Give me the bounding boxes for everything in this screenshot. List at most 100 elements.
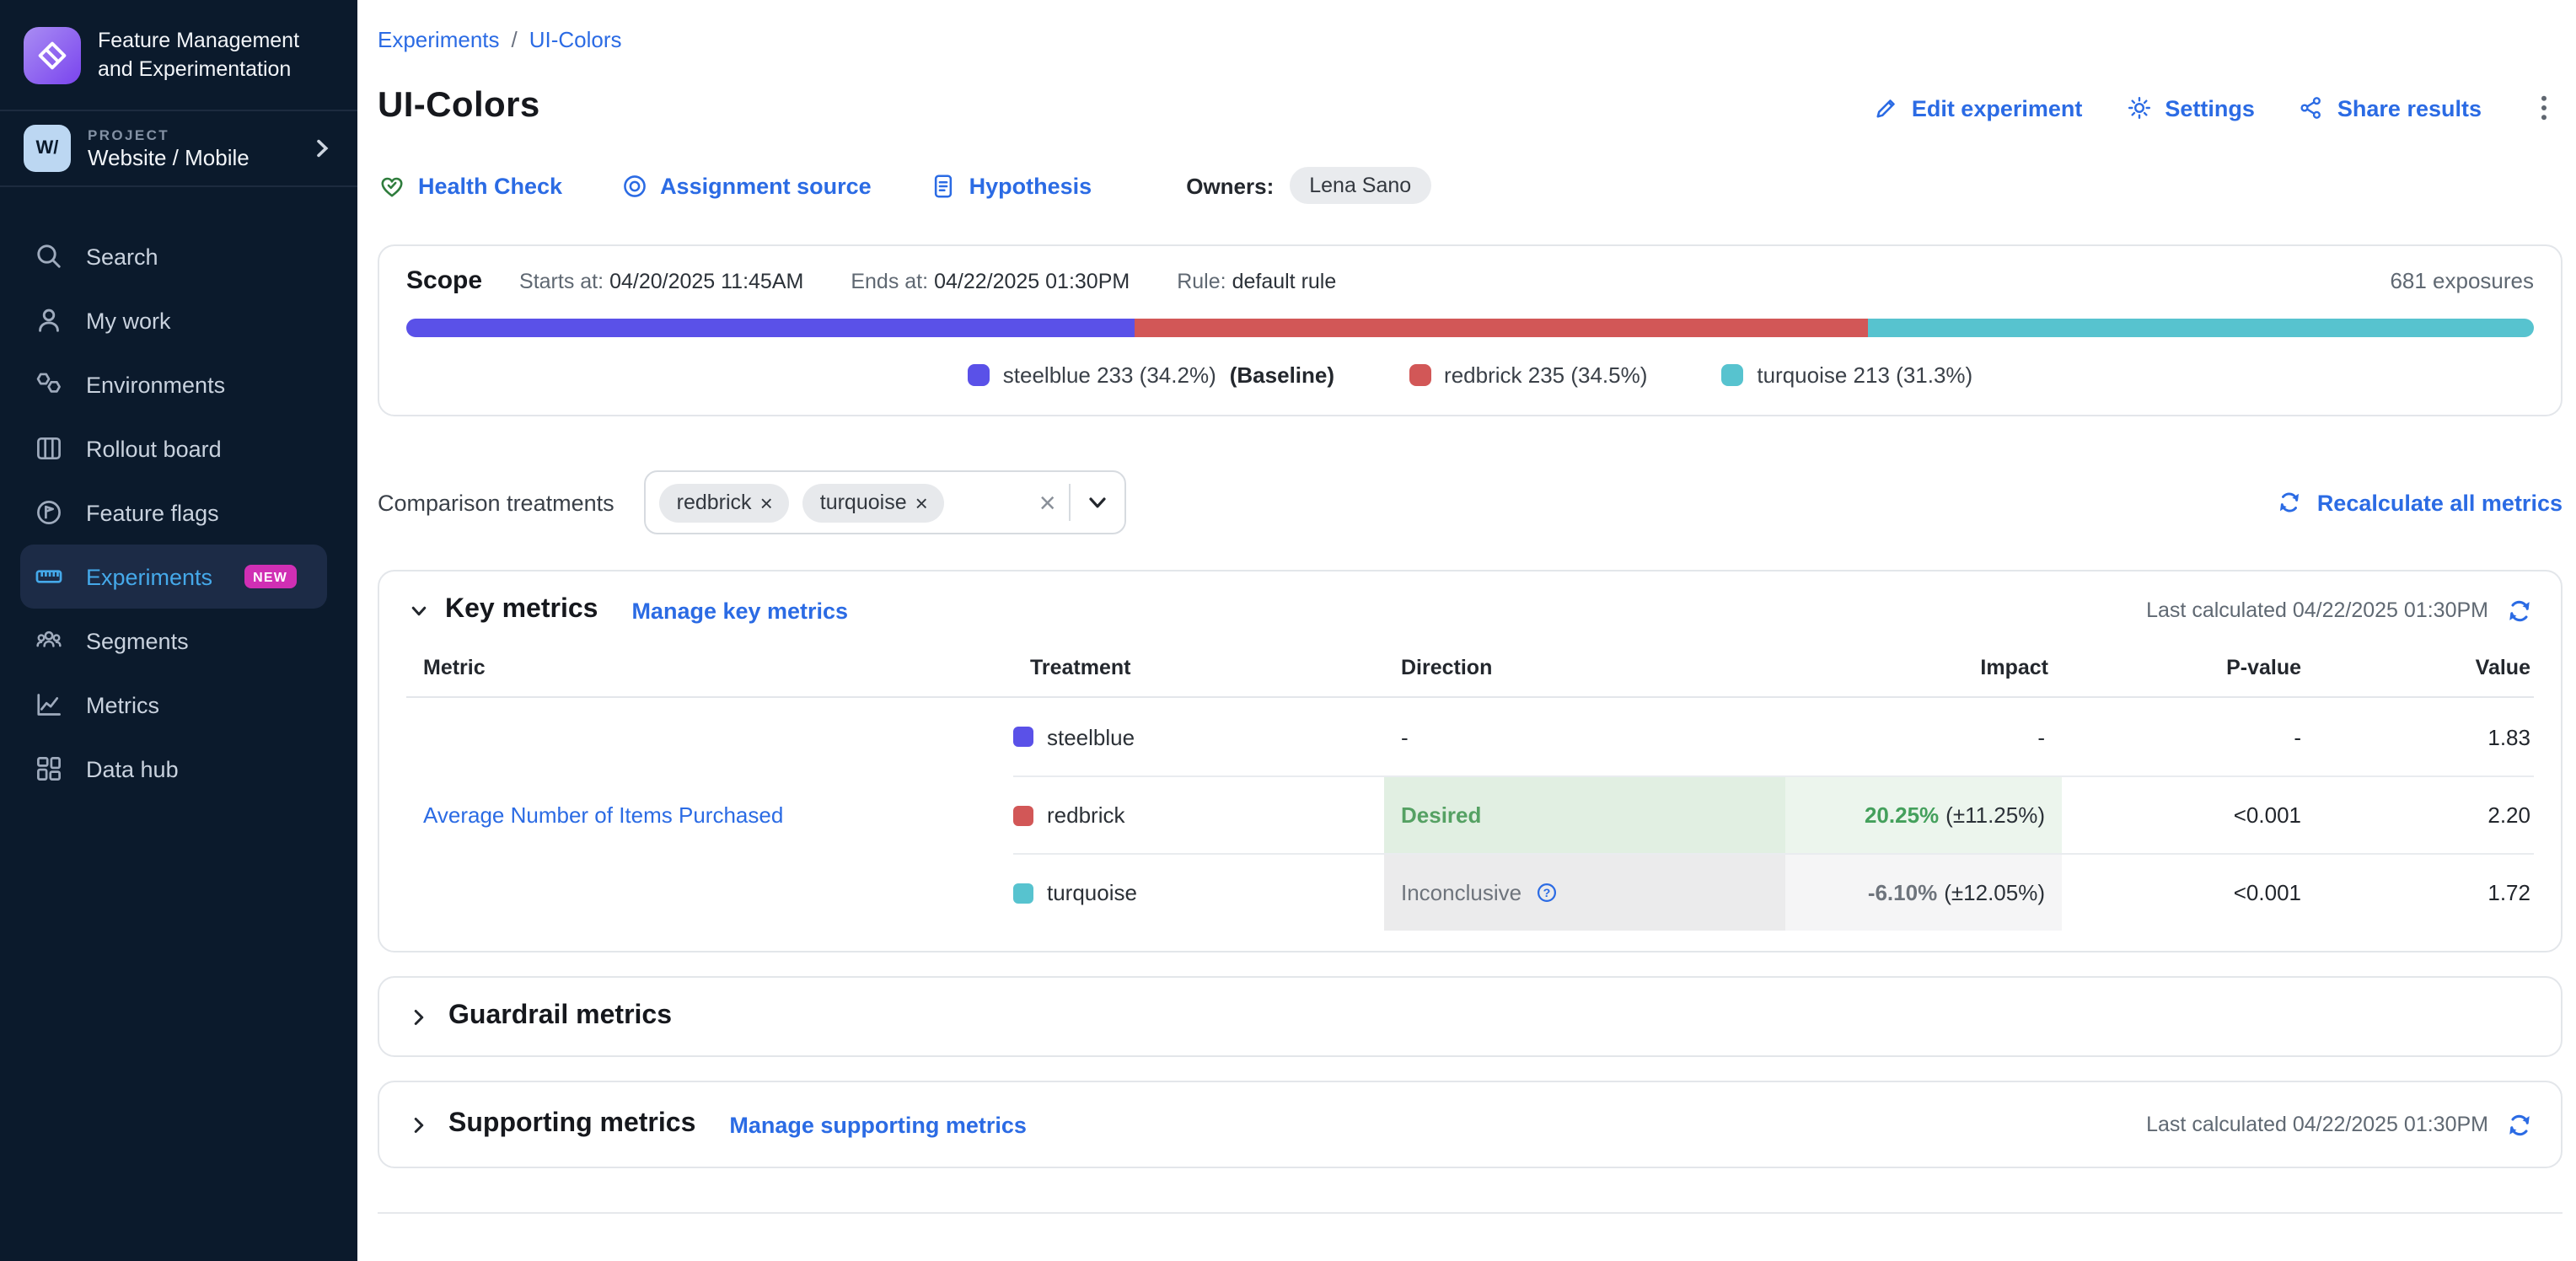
- chevron-right-icon: [310, 137, 334, 160]
- edit-experiment-button[interactable]: Edit experiment: [1873, 94, 2083, 121]
- heart-check-icon: [378, 171, 406, 200]
- swatch-steelblue: [968, 364, 990, 386]
- share-icon: [2299, 94, 2326, 121]
- bullseye-icon: [620, 171, 648, 200]
- legend-item-steelblue: steelblue 233 (34.2%) (Baseline): [968, 362, 1334, 388]
- bar-segment-redbrick: [1134, 319, 1868, 337]
- swatch-turquoise: [1721, 364, 1743, 386]
- remove-chip-icon[interactable]: ×: [915, 490, 928, 515]
- sidebar-nav: Search My work Environments Rollout boar…: [0, 187, 357, 801]
- sidebar: Feature Management and Experimentation W…: [0, 0, 357, 1261]
- key-metrics-card: Key metrics Manage key metrics Last calc…: [378, 570, 2563, 952]
- sidebar-item-segments[interactable]: Segments: [0, 609, 357, 673]
- refresh-icon[interactable]: [2505, 1110, 2534, 1139]
- sidebar-item-search[interactable]: Search: [0, 224, 357, 288]
- sidebar-item-data-hub[interactable]: Data hub: [0, 737, 357, 801]
- refresh-icon: [2277, 489, 2304, 516]
- settings-button[interactable]: Settings: [2126, 94, 2255, 121]
- expand-chevron-right-icon[interactable]: [406, 1004, 432, 1029]
- share-results-button[interactable]: Share results: [2299, 94, 2482, 121]
- people-icon: [34, 625, 64, 656]
- chip-turquoise[interactable]: turquoise×: [803, 483, 945, 522]
- treatment-cell-redbrick: redbrick: [1013, 775, 1384, 853]
- user-icon: [34, 305, 64, 335]
- p-value-cell: <0.001: [2062, 853, 2315, 931]
- legend-item-redbrick: redbrick 235 (34.5%): [1409, 362, 1647, 388]
- refresh-icon[interactable]: [2505, 596, 2534, 625]
- direction-cell-desired: Desired: [1384, 775, 1785, 853]
- p-value-cell: -: [2062, 698, 2315, 775]
- comparison-row: Comparison treatments redbrick× turquois…: [378, 470, 2563, 534]
- breadcrumb-experiments[interactable]: Experiments: [378, 27, 500, 52]
- assignment-source-link[interactable]: Assignment source: [620, 171, 872, 200]
- ruler-icon: [34, 561, 64, 592]
- meta-row: Health Check Assignment source Hypothesi…: [378, 167, 2563, 204]
- page-title: UI-Colors: [378, 86, 540, 126]
- svg-text:?: ?: [1543, 887, 1550, 900]
- recalculate-all-metrics-button[interactable]: Recalculate all metrics: [2277, 489, 2563, 516]
- expand-chevron-right-icon[interactable]: [406, 1112, 432, 1137]
- direction-cell-inconclusive: Inconclusive ?: [1384, 853, 1785, 931]
- manage-supporting-metrics-link[interactable]: Manage supporting metrics: [729, 1112, 1027, 1137]
- exposures-count: 681 exposures: [2390, 268, 2534, 293]
- treatment-legend: steelblue 233 (34.2%) (Baseline) redbric…: [406, 362, 2534, 388]
- new-badge: NEW: [244, 565, 296, 588]
- question-circle-icon[interactable]: ?: [1533, 880, 1559, 905]
- hypothesis-link[interactable]: Hypothesis: [929, 171, 1092, 200]
- sidebar-item-feature-flags[interactable]: Feature flags: [0, 480, 357, 545]
- project-avatar: W/: [24, 125, 71, 172]
- health-check-link[interactable]: Health Check: [378, 171, 562, 200]
- bar-segment-steelblue: [406, 319, 1134, 337]
- app-title: Feature Management and Experimentation: [98, 27, 299, 83]
- owner-chip[interactable]: Lena Sano: [1289, 167, 1431, 204]
- direction-cell: -: [1384, 698, 1785, 775]
- treatment-cell-steelblue: steelblue: [1013, 698, 1384, 775]
- gear-icon: [2126, 94, 2153, 121]
- last-calculated-text: Last calculated 04/22/2025 01:30PM: [2146, 598, 2488, 622]
- table-header-row: Metric Treatment Direction Impact P-valu…: [406, 639, 2534, 698]
- breadcrumb-current[interactable]: UI-Colors: [529, 27, 622, 52]
- treatment-swatch: [1013, 883, 1033, 903]
- treatment-cell-turquoise: turquoise: [1013, 853, 1384, 931]
- more-options-button[interactable]: [2525, 93, 2563, 123]
- chip-redbrick[interactable]: redbrick×: [660, 483, 790, 522]
- project-label: PROJECT: [88, 126, 293, 143]
- pencil-icon: [1873, 94, 1900, 121]
- guardrail-metrics-card: Guardrail metrics: [378, 976, 2563, 1057]
- treatment-swatch: [1013, 805, 1033, 825]
- chevron-down-icon[interactable]: [1085, 489, 1112, 516]
- remove-chip-icon[interactable]: ×: [760, 490, 773, 515]
- treatment-swatch: [1013, 727, 1033, 747]
- app-window: Feature Management and Experimentation W…: [0, 0, 2576, 1261]
- swatch-redbrick: [1409, 364, 1430, 386]
- bottom-divider: [378, 1212, 2563, 1214]
- value-cell: 2.20: [2315, 775, 2534, 853]
- header-actions: Edit experiment Settings Share results: [1873, 93, 2563, 126]
- impact-cell: 20.25%(±11.25%): [1785, 775, 2062, 853]
- clear-all-icon[interactable]: ×: [1039, 488, 1056, 517]
- baseline-label: (Baseline): [1230, 362, 1334, 388]
- impact-cell: -6.10%(±12.05%): [1785, 853, 2062, 931]
- legend-item-turquoise: turquoise 213 (31.3%): [1721, 362, 1972, 388]
- scope-title: Scope: [406, 266, 482, 295]
- last-calculated-text: Last calculated 04/22/2025 01:30PM: [2146, 1113, 2488, 1136]
- comparison-treatments-select[interactable]: redbrick× turquoise× ×: [645, 470, 1127, 534]
- supporting-metrics-card: Supporting metrics Manage supporting met…: [378, 1081, 2563, 1168]
- manage-key-metrics-link[interactable]: Manage key metrics: [631, 598, 848, 623]
- value-cell: 1.83: [2315, 698, 2534, 775]
- sidebar-item-metrics[interactable]: Metrics: [0, 673, 357, 737]
- sidebar-item-my-work[interactable]: My work: [0, 288, 357, 352]
- sidebar-item-experiments[interactable]: Experiments NEW: [20, 545, 327, 609]
- metric-link[interactable]: Average Number of Items Purchased: [423, 802, 783, 827]
- scope-card: Scope Starts at: 04/20/2025 11:45AM Ends…: [378, 244, 2563, 416]
- value-cell: 1.72: [2315, 853, 2534, 931]
- bar-segment-turquoise: [1868, 319, 2534, 337]
- scope-rule: Rule: default rule: [1177, 269, 1336, 292]
- collapse-chevron-down-icon[interactable]: [406, 598, 432, 623]
- sidebar-item-environments[interactable]: Environments: [0, 352, 357, 416]
- grid-icon: [34, 754, 64, 784]
- environments-icon: [34, 369, 64, 400]
- exposure-distribution-bar: [406, 319, 2534, 337]
- sidebar-item-rollout-board[interactable]: Rollout board: [0, 416, 357, 480]
- project-switcher[interactable]: W/ PROJECT Website / Mobile: [0, 111, 357, 187]
